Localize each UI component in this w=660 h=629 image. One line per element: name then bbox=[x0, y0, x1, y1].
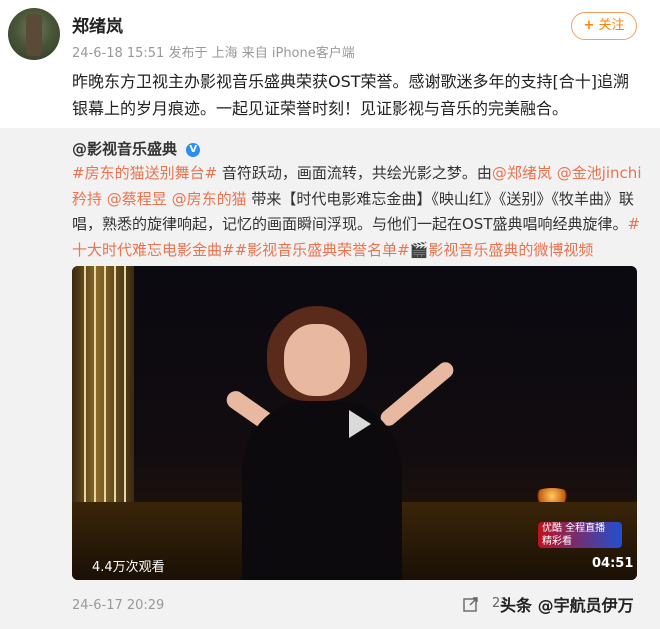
post-meta: 24-6-18 15:51 发布于 上海 来自 iPhone客户端 bbox=[72, 46, 355, 61]
text-link[interactable]: @蔡程昱 bbox=[107, 190, 167, 208]
text-link[interactable]: #房东的猫送别舞台# bbox=[72, 164, 217, 182]
weibo-post: V 郑绪岚 24-6-18 15:51 发布于 上海 来自 iPhone客户端 … bbox=[0, 0, 660, 629]
share-icon[interactable] bbox=[462, 595, 480, 613]
plus-icon: + bbox=[583, 18, 595, 33]
post-content: 昨晚东方卫视主办影视音乐盛典荣获OST荣誉。感谢歌迷多年的支持[合十]追溯银幕上… bbox=[72, 72, 630, 118]
follow-button[interactable]: + 关注 bbox=[571, 12, 637, 40]
repost-time: 24-6-17 20:29 bbox=[72, 598, 165, 613]
video-player[interactable]: 优酷 全程直播 精彩看 4.4万次观看 04:51 bbox=[72, 266, 637, 580]
text-link[interactable]: @郑绪岚 bbox=[492, 164, 552, 182]
author-avatar[interactable]: V bbox=[8, 8, 60, 60]
verified-badge-icon: V bbox=[50, 52, 60, 60]
logo-text: 优酷 全程直播 精彩看 bbox=[542, 523, 606, 547]
play-icon[interactable] bbox=[337, 404, 377, 444]
tree-trunk bbox=[26, 14, 42, 56]
text-link[interactable]: 🎬影视音乐盛典的微博视频 bbox=[410, 241, 594, 259]
text-link[interactable]: @房东的猫 bbox=[172, 190, 247, 208]
text-link[interactable]: #影视音乐盛典荣誉名单# bbox=[235, 241, 410, 259]
follow-label: 关注 bbox=[598, 18, 625, 33]
watermark: 头条 @宇航员伊万 bbox=[500, 596, 634, 615]
repost-card[interactable]: @影视音乐盛典 V #房东的猫送别舞台# 音符跃动，画面流转，共绘光影之梦。由@… bbox=[0, 128, 660, 629]
text-link[interactable]: 矜持 bbox=[72, 190, 102, 208]
view-count: 4.4万次观看 bbox=[92, 560, 165, 575]
text-link[interactable]: @金池jinchi bbox=[557, 164, 642, 182]
author-name[interactable]: 郑绪岚 bbox=[72, 12, 123, 37]
blue-verified-icon: V bbox=[186, 142, 201, 157]
channel-logo: 优酷 全程直播 精彩看 bbox=[538, 522, 622, 548]
repost-author[interactable]: @影视音乐盛典 V bbox=[72, 138, 201, 159]
repost-text: #房东的猫送别舞台# 音符跃动，画面流转，共绘光影之梦。由@郑绪岚 @金池jin… bbox=[72, 161, 642, 263]
text-span: 音符跃动，画面流转，共绘光影之梦。由 bbox=[217, 164, 492, 182]
singer-figure bbox=[222, 306, 457, 580]
video-duration: 04:51 bbox=[592, 556, 634, 571]
repost-author-name[interactable]: @影视音乐盛典 bbox=[72, 140, 177, 158]
